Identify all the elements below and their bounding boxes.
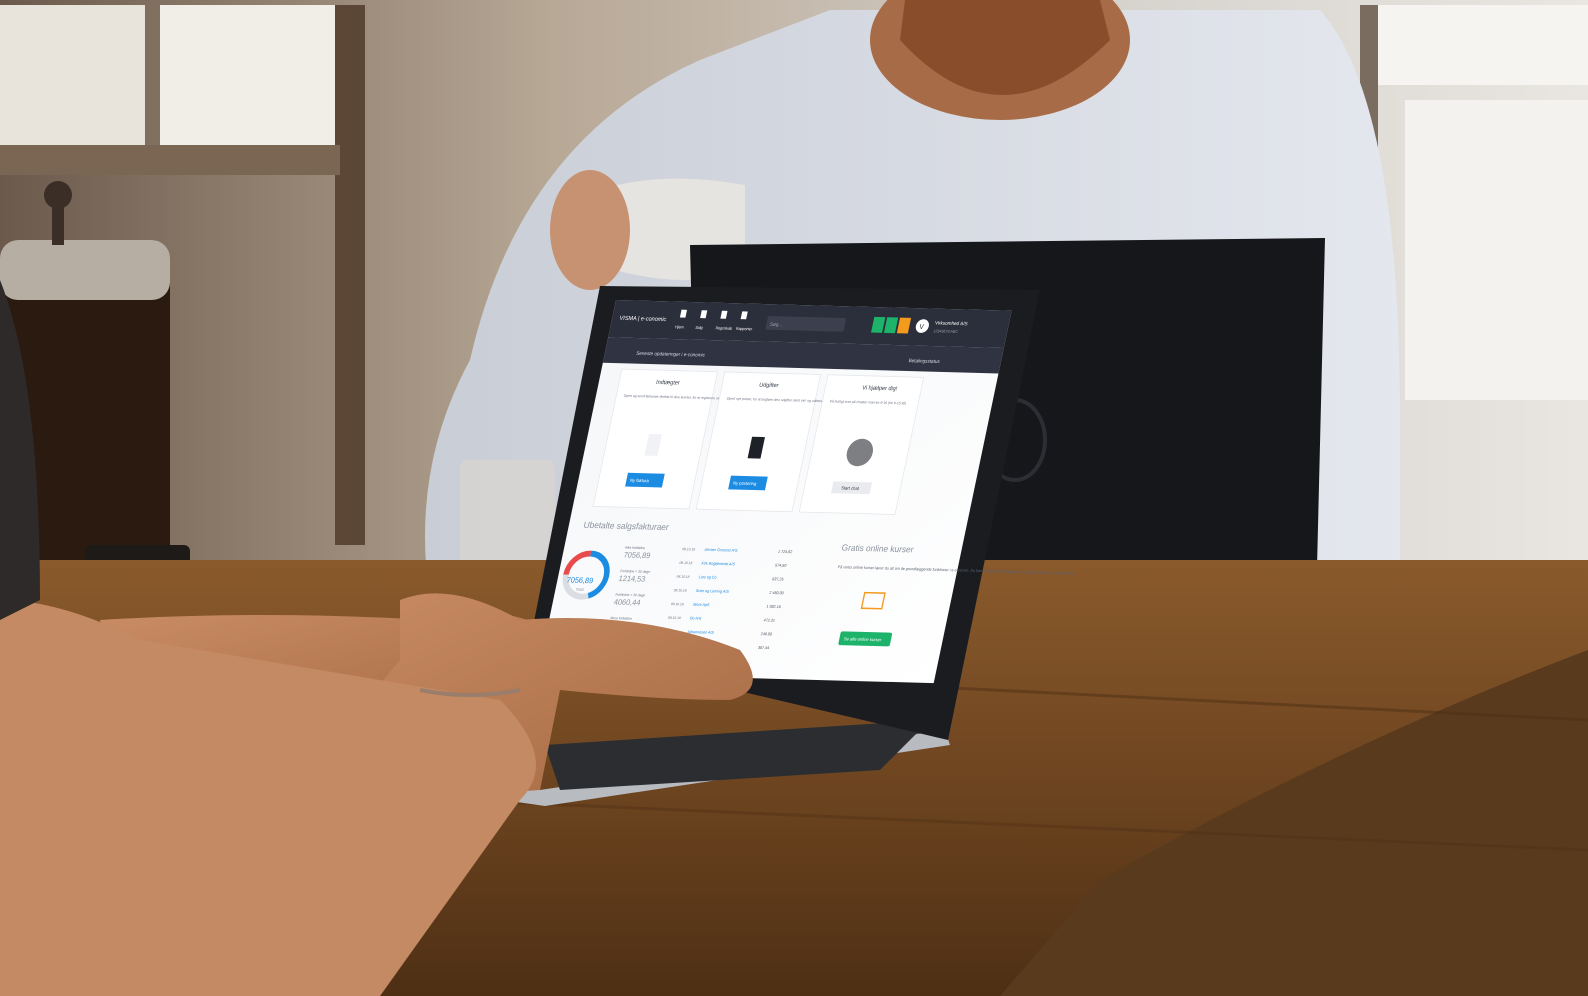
card-button-label-1: Ny postering [733,480,758,486]
row-amount-3: 2 450,00 [769,591,784,595]
row-date-4: 08.10.18 [670,602,684,606]
search-placeholder: Søg... [769,322,783,328]
row-date-3: 08.10.18 [673,588,687,592]
card-title-0: Indtægter [655,380,680,387]
card-title-1: Udgifter [758,383,779,390]
nav-item-0[interactable]: Hjem [675,325,684,329]
row-amount-6: 248,00 [760,632,772,636]
stat-value-0: 7056,89 [623,550,652,560]
courses-title: Gratis online kurser [841,542,915,554]
cards: IndtægterOpret og send fakturaer direkte… [592,368,925,515]
stat-value-2: 4060,44 [613,597,642,607]
cafe-photo: VISMA | e-conomic Hjem Salg Regnskab Rappor… [0,0,1588,996]
invoices-total-value: 7056,89 [566,575,595,585]
start-chat-label: Start chat [841,485,860,491]
invoices-total-label: Total [575,588,584,592]
nav-item-1[interactable]: Salg [695,326,703,330]
stat-value-1: 1214,53 [618,574,647,584]
payment-status-link[interactable]: Betalingsstatus [908,358,941,365]
card-button-label-0: Ny faktura [630,478,650,484]
nav-item-3[interactable]: Rapporter [735,327,753,332]
row-date-0: 08.10.18 [682,547,696,551]
row-customer-5[interactable]: Bo A/S [690,616,702,620]
row-customer-4[interactable]: Store ApS [692,603,710,608]
row-customer-2[interactable]: Lars og Co [698,575,717,580]
company-name: Virksomhed A/S [934,320,968,327]
row-date-1: 08.10.18 [679,561,693,565]
row-amount-1: 574,50 [775,563,787,567]
row-amount-4: 1 082,18 [766,605,781,609]
row-amount-0: 1 724,62 [778,550,793,554]
app-logo: VISMA | e-conomic [619,316,667,323]
row-amount-2: 837,25 [772,577,784,581]
card-title-2: Vi hjælper dig! [861,385,898,392]
row-date-5: 08.10.18 [668,616,682,620]
nav-item-2[interactable]: Regnskab [715,326,732,331]
courses-button-label: Se alle online kurser [843,636,882,642]
row-date-2: 08.10.18 [676,575,690,579]
row-amount-5: 472,31 [763,618,775,622]
row-amount-7: 387,44 [757,646,770,650]
company-number: 12345678 ABC [933,329,959,334]
